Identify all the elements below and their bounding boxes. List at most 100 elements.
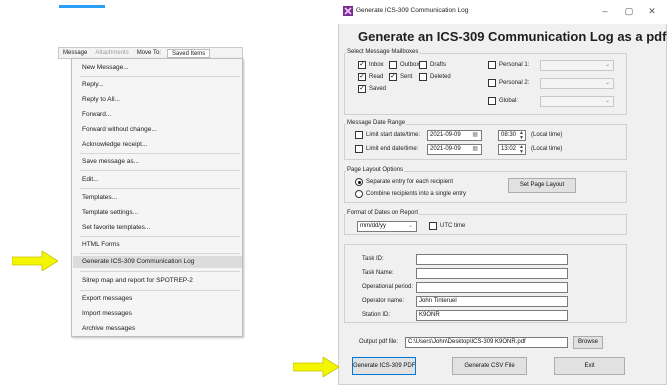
drafts-label: Drafts — [430, 62, 447, 68]
saved-label: Saved — [369, 86, 387, 92]
separate-entry-radio[interactable] — [355, 178, 363, 186]
personal1-checkbox[interactable] — [488, 61, 496, 69]
app-icon — [343, 6, 353, 16]
read-checkbox[interactable]: ✓ — [358, 73, 366, 81]
generate-pdf-button[interactable]: Generate ICS-309 PDF — [352, 357, 416, 375]
menu-item-reply-all[interactable]: Reply to All... — [82, 94, 240, 106]
window-title: Generate ICS-309 Communication Log — [356, 7, 469, 14]
sent-checkbox[interactable]: ✓ — [389, 73, 397, 81]
task-name-label: Task Name: — [362, 270, 394, 276]
message-context-menu: New Message... Reply... Reply to All... … — [71, 58, 243, 337]
menu-item-import-messages[interactable]: Import messages — [82, 308, 240, 320]
menu-item-generate-ics309[interactable]: Generate ICS-309 Communication Log — [73, 256, 242, 268]
menu-item-edit[interactable]: Edit... — [82, 174, 240, 186]
output-pdf-field[interactable]: C:\Users\John\Desktop\ICS-309 K9ONR.pdf — [405, 337, 568, 348]
date-format-select[interactable]: mm/dd/yy ⌄ — [357, 221, 417, 232]
move-to-label: Move To: — [136, 50, 161, 56]
operational-period-field[interactable] — [416, 282, 568, 293]
menu-separator — [80, 236, 240, 237]
menu-separator — [80, 271, 240, 272]
personal1-select[interactable]: ⌄ — [540, 60, 614, 71]
start-local-time-label: (Local time) — [531, 132, 563, 138]
read-label: Read — [369, 74, 384, 80]
start-time-picker[interactable]: 08:30 ▲ ▼ — [498, 130, 526, 141]
menu-separator — [80, 76, 240, 77]
task-id-label: Task ID: — [362, 256, 384, 262]
end-date-picker[interactable]: 2021-09-09 ▦ — [427, 144, 482, 155]
tab-message[interactable]: Message — [59, 50, 91, 56]
limit-start-checkbox[interactable] — [355, 131, 363, 139]
menu-item-archive-messages[interactable]: Archive messages — [82, 323, 240, 335]
yellow-arrow-icon — [12, 251, 58, 271]
operator-name-field[interactable]: John Tinteruel — [416, 296, 568, 307]
close-icon[interactable]: ✕ — [645, 4, 659, 18]
menu-item-new-message[interactable]: New Message... — [82, 62, 240, 74]
menu-item-sitrep-map[interactable]: Sitrep map and report for SPOTREP-2 — [82, 275, 240, 287]
task-id-field[interactable] — [416, 254, 568, 265]
outbox-label: Outbox — [400, 62, 420, 68]
operator-name-label: Operator name: — [362, 298, 405, 304]
move-to-folder-select[interactable]: Saved Items — [166, 48, 211, 58]
menu-item-forward-without-change[interactable]: Forward without change... — [82, 124, 240, 136]
inbox-checkbox[interactable]: ✓ — [358, 61, 366, 69]
menu-separator — [80, 290, 240, 291]
limit-end-checkbox[interactable] — [355, 145, 363, 153]
exit-button[interactable]: Exit — [554, 357, 625, 375]
menu-separator — [80, 170, 240, 171]
generate-csv-button[interactable]: Generate CSV File — [452, 357, 527, 375]
menu-separator — [80, 188, 240, 189]
dialog-heading: Generate an ICS-309 Communication Log as… — [358, 29, 667, 44]
saved-checkbox[interactable]: ✓ — [358, 85, 366, 93]
personal2-label: Personal 2: — [499, 80, 530, 86]
limit-end-label: Limit end date/time: — [366, 146, 419, 152]
global-checkbox[interactable] — [488, 97, 496, 105]
menu-item-html-forms[interactable]: HTML Forms — [82, 239, 240, 251]
menu-item-export-messages[interactable]: Export messages — [82, 293, 240, 305]
deleted-label: Deleted — [430, 74, 451, 80]
menu-item-acknowledge-receipt[interactable]: Acknowledge receipt... — [82, 139, 240, 151]
global-label: Global: — [499, 98, 519, 104]
separate-entry-label: Separate entry for each recipient — [366, 179, 454, 185]
end-time-picker[interactable]: 13:02 ▲ ▼ — [498, 144, 526, 155]
yellow-arrow-icon — [293, 357, 339, 377]
end-local-time-label: (Local time) — [531, 146, 563, 152]
global-select[interactable]: ⌄ — [540, 96, 614, 107]
menu-item-templates[interactable]: Templates... — [82, 192, 240, 204]
task-name-field[interactable] — [416, 268, 568, 279]
personal1-label: Personal 1: — [499, 62, 530, 68]
deleted-checkbox[interactable] — [419, 73, 427, 81]
accent-line — [59, 5, 105, 8]
date-range-group — [344, 124, 627, 160]
sent-label: Sent — [400, 74, 413, 80]
tab-attachments[interactable]: Attachments — [91, 50, 132, 56]
menu-item-save-message-as[interactable]: Save message as... — [82, 156, 240, 168]
mailbox-group-label: Select Message Mailboxes — [346, 49, 420, 55]
menu-item-forward[interactable]: Forward... — [82, 109, 240, 121]
utc-time-label: UTC time — [440, 223, 466, 229]
personal2-select[interactable]: ⌄ — [540, 78, 614, 89]
start-date-picker[interactable]: 2021-09-09 ▦ — [427, 130, 482, 141]
station-id-field[interactable]: K9ONR — [416, 310, 568, 321]
limit-start-label: Limit start date/time: — [366, 132, 421, 138]
menu-separator — [80, 153, 240, 154]
drafts-checkbox[interactable] — [419, 61, 427, 69]
menu-item-template-settings[interactable]: Template settings... — [82, 207, 240, 219]
combine-recipients-radio[interactable] — [355, 190, 363, 198]
page-layout-group-label: Page Layout Options — [346, 167, 405, 173]
utc-time-checkbox[interactable] — [429, 222, 437, 230]
menu-separator — [80, 253, 240, 254]
maximize-icon[interactable]: ▢ — [622, 4, 636, 18]
date-range-group-label: Message Date Range — [346, 120, 407, 126]
menu-item-set-favorite-templates[interactable]: Set favorite templates... — [82, 222, 240, 234]
page-layout-group — [344, 171, 627, 203]
output-pdf-label: Output pdf file: — [359, 339, 399, 345]
operational-period-label: Operational period: — [362, 284, 414, 290]
date-format-group-label: Format of Dates on Report — [346, 210, 420, 216]
personal2-checkbox[interactable] — [488, 79, 496, 87]
inbox-label: Inbox — [369, 62, 384, 68]
outbox-checkbox[interactable] — [389, 61, 397, 69]
menu-item-reply[interactable]: Reply... — [82, 79, 240, 91]
browse-button[interactable]: Browse — [573, 336, 603, 349]
set-page-layout-button[interactable]: Set Page Layout — [508, 178, 576, 193]
minimize-icon[interactable]: – — [598, 4, 612, 18]
